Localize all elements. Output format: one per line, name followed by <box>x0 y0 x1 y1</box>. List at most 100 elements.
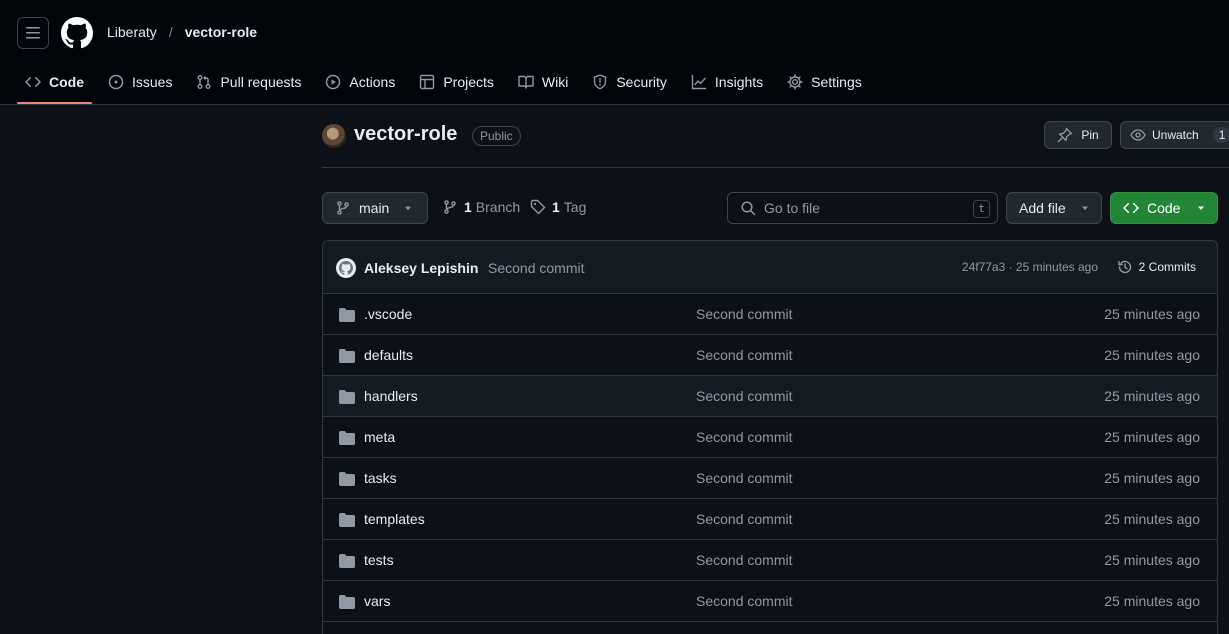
file-commit-age: 25 minutes ago <box>1104 306 1200 322</box>
folder-icon-wrap <box>339 512 355 531</box>
author-avatar[interactable] <box>336 258 356 278</box>
tab-code[interactable]: Code <box>17 62 92 104</box>
file-list: .vscode Second commit 25 minutes ago defaul… <box>323 294 1217 622</box>
file-row[interactable]: templates Second commit 25 minutes ago <box>323 499 1217 540</box>
code-button[interactable]: Code <box>1110 192 1218 224</box>
branch-icon <box>337 201 349 215</box>
file-commit-message[interactable]: Second commit <box>696 429 792 445</box>
file-commit-age: 25 minutes ago <box>1104 511 1200 527</box>
branch-selector[interactable]: main <box>322 192 428 224</box>
caret-down-icon <box>1081 206 1088 210</box>
breadcrumb: Liberaty / vector-role <box>107 24 257 40</box>
unwatch-button[interactable]: Unwatch 1 <box>1120 121 1229 149</box>
folder-icon-wrap <box>339 348 355 367</box>
avatar-icon <box>339 261 353 275</box>
owner-avatar[interactable] <box>322 124 346 148</box>
branches-link[interactable]: 1 Branch <box>442 199 520 215</box>
watch-count-badge: 1 <box>1212 127 1229 143</box>
folder-icon <box>339 431 355 445</box>
file-row[interactable]: tests Second commit 25 minutes ago <box>323 540 1217 581</box>
file-commit-message[interactable]: Second commit <box>696 347 792 363</box>
file-name-link[interactable]: .vscode <box>364 306 412 322</box>
commit-author[interactable]: Aleksey Lepishin <box>364 260 478 276</box>
file-row[interactable]: meta Second commit 25 minutes ago <box>323 417 1217 458</box>
file-commit-message[interactable]: Second commit <box>696 593 792 609</box>
commit-hash-time[interactable]: 24f77a3 · 25 minutes ago <box>962 260 1098 274</box>
file-commit-age: 25 minutes ago <box>1104 388 1200 404</box>
caret-down-icon <box>405 206 412 210</box>
pin-icon <box>1058 127 1073 143</box>
tab-insights[interactable]: Insights <box>683 62 771 102</box>
file-name-link[interactable]: handlers <box>364 388 418 404</box>
tab-settings[interactable]: Settings <box>779 62 870 102</box>
file-row[interactable]: tasks Second commit 25 minutes ago <box>323 458 1217 499</box>
history-icon <box>1117 260 1131 274</box>
folder-icon <box>339 349 355 363</box>
folder-icon-wrap <box>339 471 355 490</box>
file-commit-message[interactable]: Second commit <box>696 306 792 322</box>
visibility-badge: Public <box>472 126 521 146</box>
file-row[interactable]: .vscode Second commit 25 minutes ago <box>323 294 1217 335</box>
folder-icon <box>339 554 355 568</box>
file-name-link[interactable]: defaults <box>364 347 413 363</box>
file-name-link[interactable]: templates <box>364 511 425 527</box>
tab-code-label: Code <box>49 74 84 90</box>
file-name-link[interactable]: tasks <box>364 470 397 486</box>
tab-actions-label: Actions <box>349 74 396 90</box>
folder-icon <box>339 513 355 527</box>
commit-count-label: 2 Commits <box>1138 260 1196 274</box>
tag-count-label: Tag <box>563 199 587 215</box>
file-name-link[interactable]: tests <box>364 552 394 568</box>
tab-security-label: Security <box>616 74 667 90</box>
code-icon <box>1123 202 1139 214</box>
commits-link[interactable]: 2 Commits <box>1117 259 1196 275</box>
file-name-link[interactable]: meta <box>364 429 395 445</box>
branch-count-label: Branch <box>475 199 521 215</box>
search-icon <box>741 201 756 216</box>
file-name-link[interactable]: vars <box>364 593 390 609</box>
add-file-button[interactable]: Add file <box>1006 192 1102 224</box>
graph-icon <box>691 74 707 90</box>
tab-actions[interactable]: Actions <box>317 62 403 102</box>
tab-insights-label: Insights <box>714 74 764 90</box>
file-commit-age: 25 minutes ago <box>1104 593 1200 609</box>
eye-icon <box>1130 129 1146 141</box>
breadcrumb-repo-link[interactable]: vector-role <box>185 24 257 40</box>
tab-settings-label: Settings <box>811 74 862 90</box>
folder-icon <box>339 308 355 322</box>
tab-wiki-label: Wiki <box>541 74 569 90</box>
breadcrumb-owner-link[interactable]: Liberaty <box>107 24 157 40</box>
tags-link[interactable]: 1 Tag <box>530 199 586 215</box>
commit-message[interactable]: Second commit <box>488 260 584 276</box>
go-to-file-input[interactable]: Go to file t <box>727 192 998 224</box>
code-icon <box>25 76 41 88</box>
branch-icon <box>444 200 456 214</box>
folder-icon <box>339 472 355 486</box>
tab-issues[interactable]: Issues <box>100 62 180 102</box>
file-commit-message[interactable]: Second commit <box>696 511 792 527</box>
file-row[interactable]: defaults Second commit 25 minutes ago <box>323 335 1217 376</box>
repo-title[interactable]: vector-role <box>354 123 457 146</box>
file-commit-message[interactable]: Second commit <box>696 470 792 486</box>
file-commit-message[interactable]: Second commit <box>696 552 792 568</box>
menu-button[interactable] <box>17 17 49 49</box>
file-row[interactable]: vars Second commit 25 minutes ago <box>323 581 1217 622</box>
branch-count: 1 <box>464 199 472 215</box>
breadcrumb-separator: / <box>168 24 173 40</box>
table-icon <box>420 74 435 90</box>
tab-wiki[interactable]: Wiki <box>510 62 576 102</box>
code-button-label: Code <box>1147 200 1181 216</box>
pin-label: Pin <box>1081 128 1099 142</box>
pin-button[interactable]: Pin <box>1044 121 1112 149</box>
tab-pull-requests[interactable]: Pull requests <box>188 62 309 102</box>
tab-projects[interactable]: Projects <box>411 62 502 102</box>
file-commit-age: 25 minutes ago <box>1104 347 1200 363</box>
github-logo-icon[interactable] <box>61 17 93 49</box>
tab-security[interactable]: Security <box>584 62 675 102</box>
file-commit-age: 25 minutes ago <box>1104 552 1200 568</box>
file-commit-message[interactable]: Second commit <box>696 388 792 404</box>
shield-icon <box>594 74 607 90</box>
keyboard-shortcut-hint: t <box>973 200 990 218</box>
file-row[interactable]: handlers Second commit 25 minutes ago <box>323 376 1217 417</box>
branch-name: main <box>359 200 390 216</box>
